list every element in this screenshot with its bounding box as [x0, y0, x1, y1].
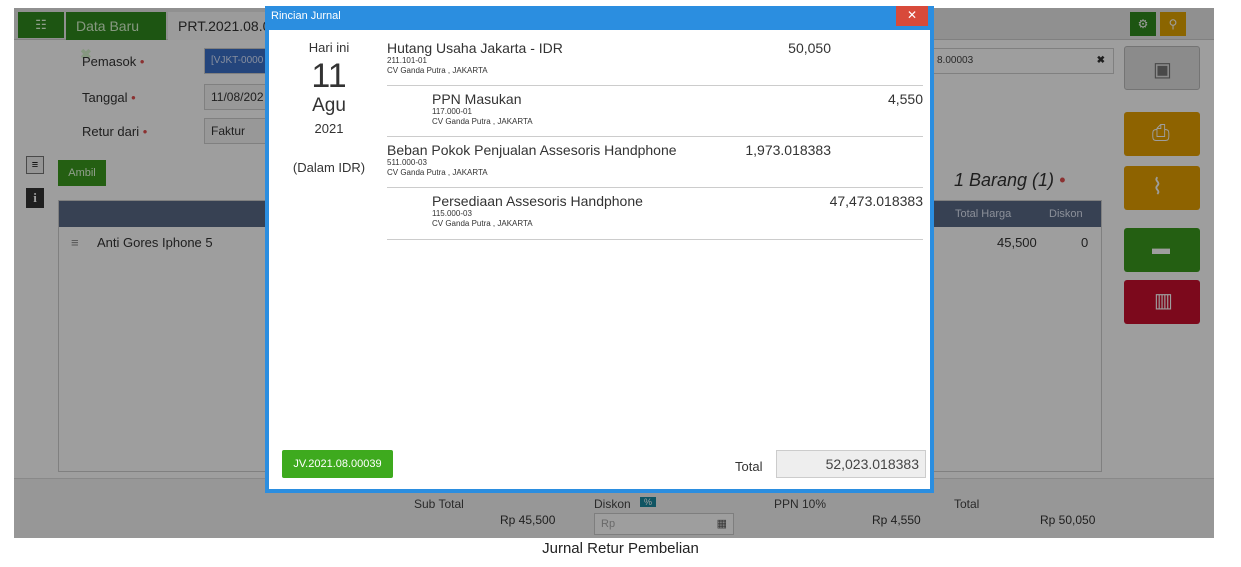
modal-total-label: Total — [735, 459, 763, 474]
figure-caption: Jurnal Retur Pembelian — [542, 540, 699, 557]
account-location: CV Ganda Putra , JAKARTA — [387, 168, 488, 177]
account-location: CV Ganda Putra , JAKARTA — [432, 219, 533, 228]
modal-total-value: 52,023.018383 — [776, 450, 926, 478]
date-column: Hari ini 11 Agu 2021 (Dalam IDR) — [279, 40, 379, 175]
date-year: 2021 — [314, 121, 344, 136]
account-code: 115.000-03 — [432, 209, 472, 218]
journal-entry: Beban Pokok Penjualan Assesoris Handphon… — [387, 142, 923, 188]
modal-body: Hari ini 11 Agu 2021 (Dalam IDR) Hutang … — [269, 30, 930, 489]
journal-entry: Persediaan Assesoris Handphone 115.000-0… — [387, 193, 923, 240]
journal-entry: PPN Masukan 117.000-01 CV Ganda Putra , … — [387, 91, 923, 137]
account-location: CV Ganda Putra , JAKARTA — [432, 117, 533, 126]
modal-overlay: Rincian Jurnal ✕ Hari ini 11 Agu 2021 (D… — [0, 0, 1241, 567]
credit-amount: 47,473.018383 — [829, 193, 923, 209]
account-title: Beban Pokok Penjualan Assesoris Handphon… — [387, 142, 677, 158]
account-location: CV Ganda Putra , JAKARTA — [387, 66, 488, 75]
debit-amount: 50,050 — [788, 40, 831, 56]
modal-title: Rincian Jurnal — [271, 10, 341, 22]
close-icon[interactable]: ✕ — [896, 6, 928, 26]
date-month: Agu — [312, 95, 346, 116]
today-label: Hari ini — [308, 40, 350, 55]
account-title: Hutang Usaha Jakarta - IDR — [387, 40, 563, 56]
account-title: PPN Masukan — [432, 91, 522, 107]
journal-number-button[interactable]: JV.2021.08.00039 — [282, 450, 393, 478]
credit-amount: 4,550 — [887, 91, 923, 107]
account-code: 511.000-03 — [387, 158, 427, 167]
journal-detail-modal: Rincian Jurnal ✕ Hari ini 11 Agu 2021 (D… — [265, 6, 934, 493]
debit-amount: 1,973.018383 — [745, 142, 831, 158]
account-code: 211.101-01 — [387, 56, 427, 65]
account-code: 117.000-01 — [432, 107, 472, 116]
currency-note: (Dalam IDR) — [292, 160, 366, 175]
date-day: 11 — [311, 57, 347, 95]
journal-entry: Hutang Usaha Jakarta - IDR 211.101-01 CV… — [387, 40, 923, 86]
